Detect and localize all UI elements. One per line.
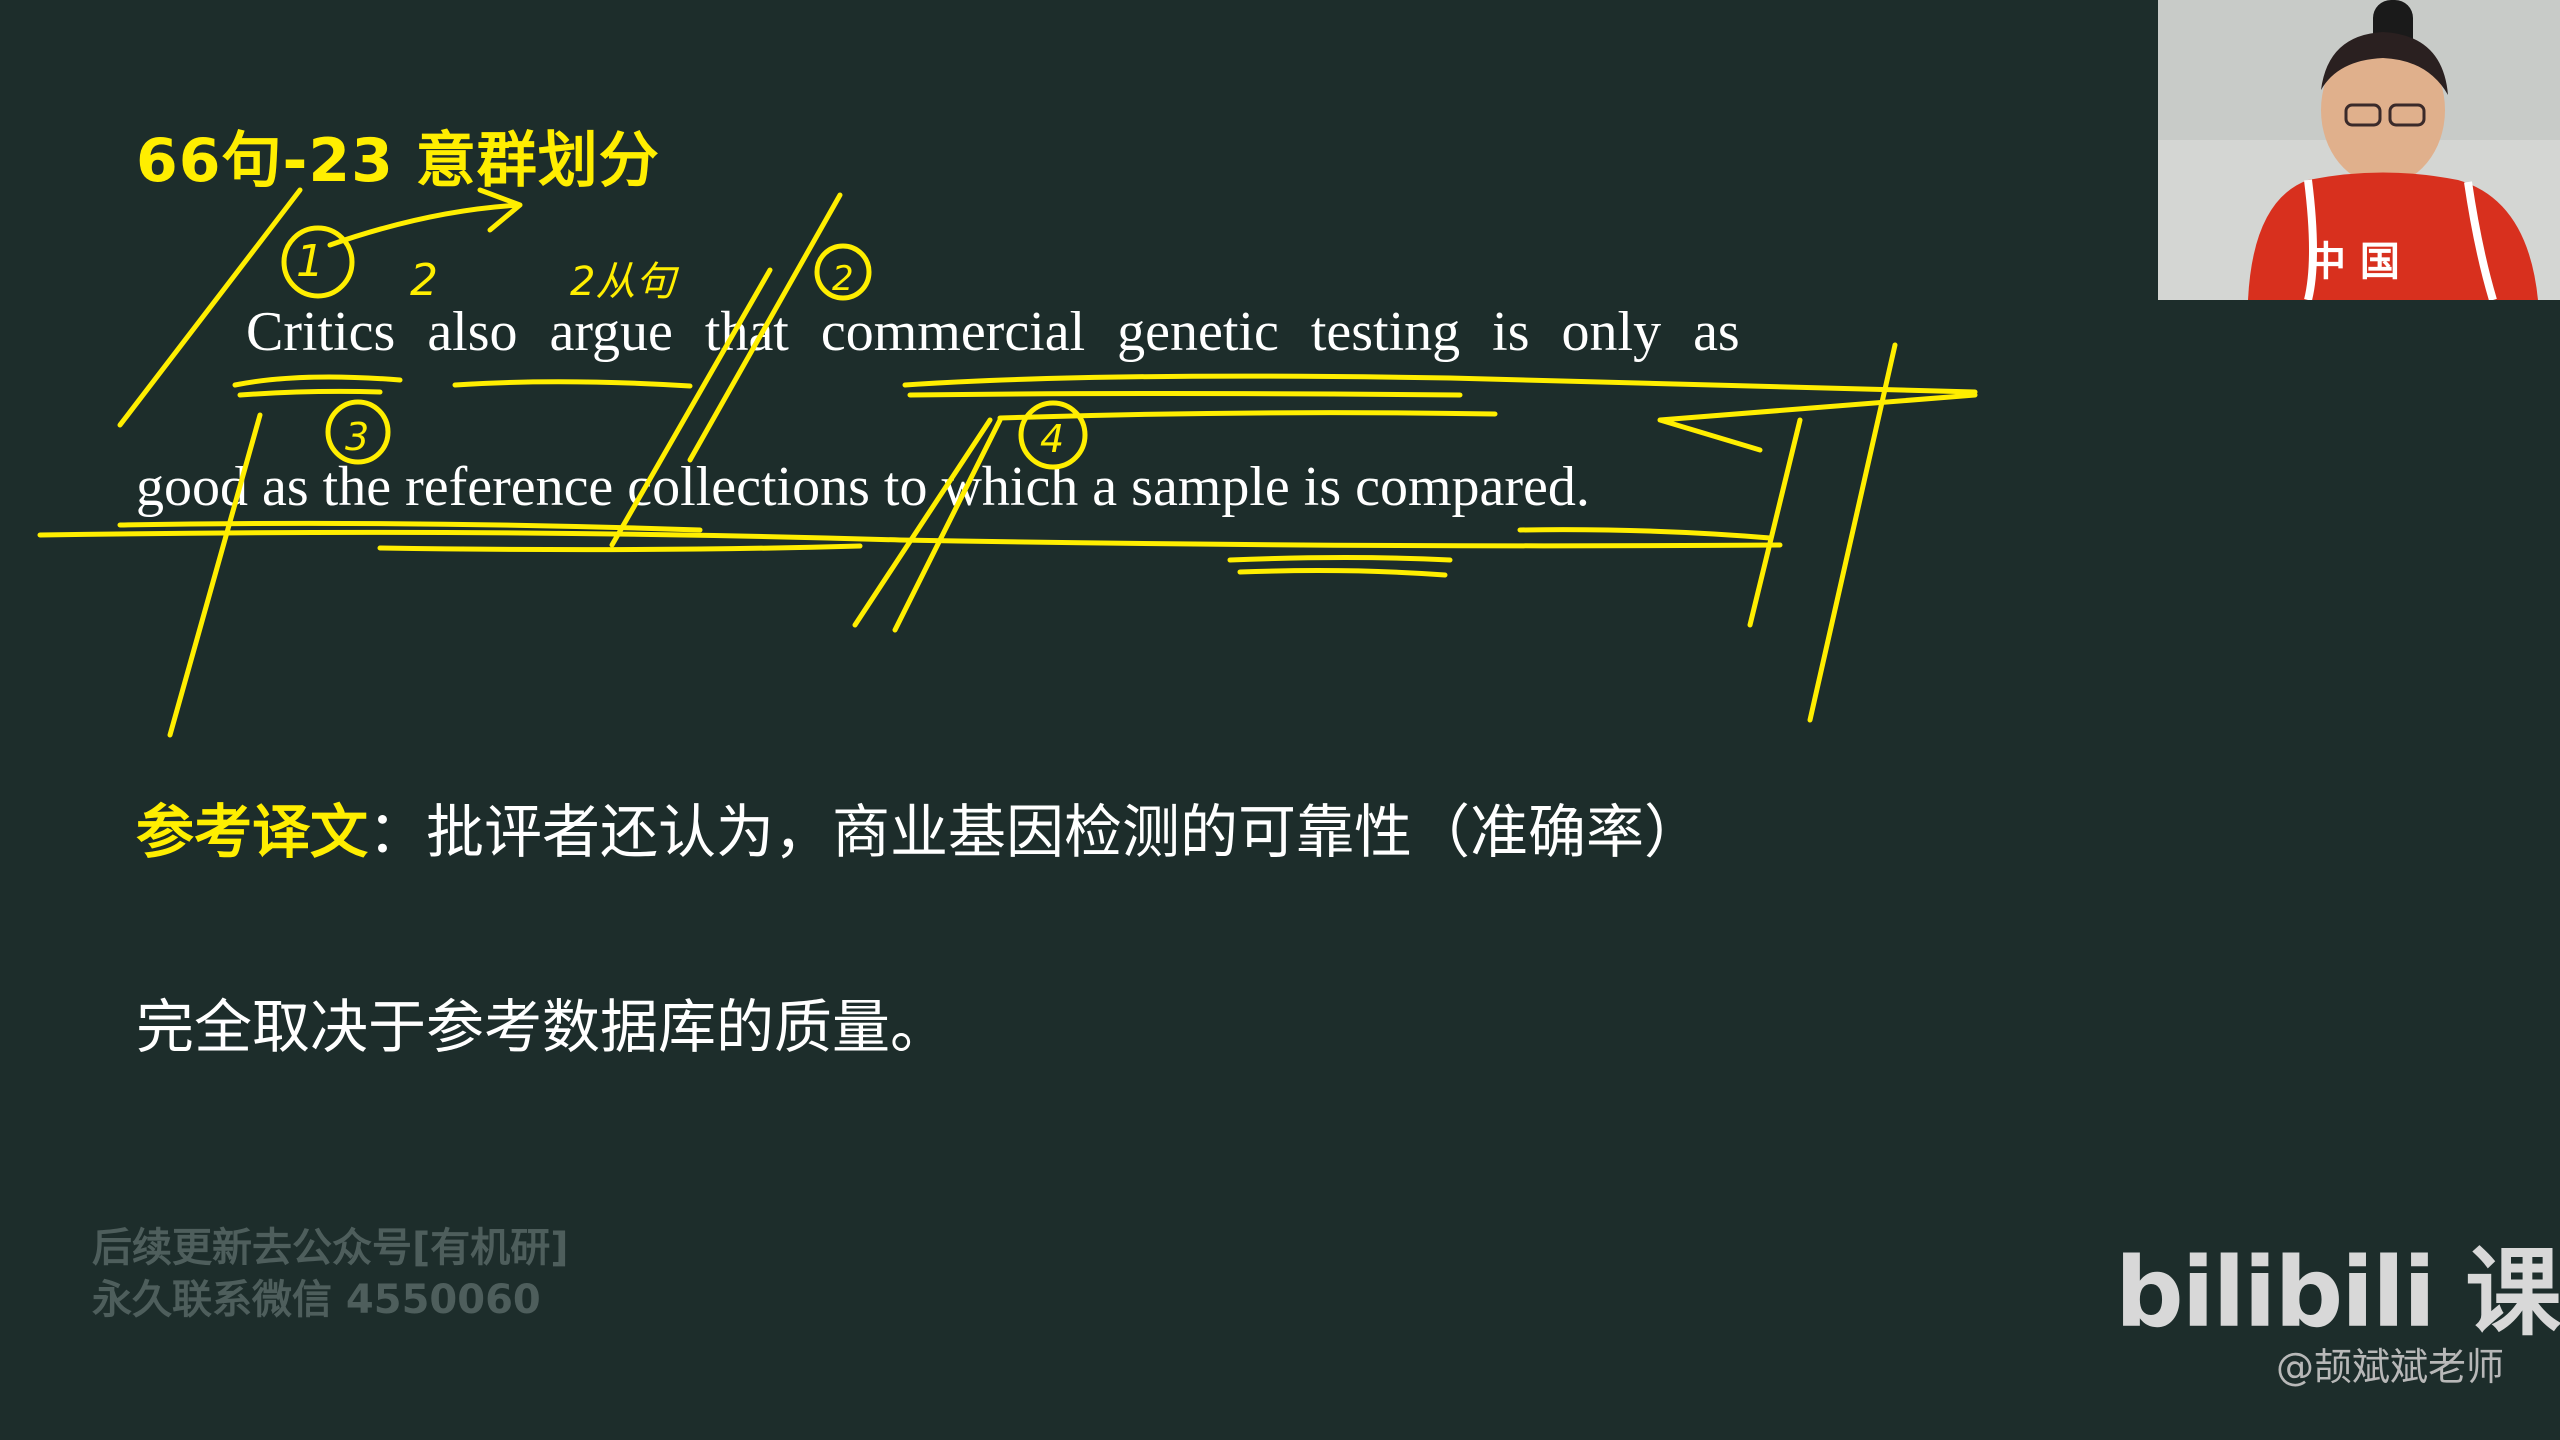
annotation-slash <box>892 417 1003 633</box>
translation-text-1: 批评者还认为，商业基因检测的可靠性（准确率） <box>426 798 1703 866</box>
translation-separator: ： <box>368 798 427 866</box>
annotation-underline <box>232 374 403 398</box>
translation-line-2: 完全取决于参考数据库的质量。 <box>136 993 949 1061</box>
lecture-slide: 66句-23 意群划分 Critics also argue that comm… <box>0 0 2560 1440</box>
brand-logo-text: bilibili 课堂 <box>2115 1237 2560 1349</box>
author-handle: @颉斌斌老师 <box>2276 1345 2505 1389</box>
annotation-note: 3 <box>345 415 369 459</box>
sentence-line-1: Critics also argue that commercial genet… <box>246 301 1740 363</box>
bilibili-logo: bilibili 课堂 <box>2115 1215 2560 1354</box>
watermark: 后续更新去公众号[有机研] 永久联系微信 4550060 <box>92 1222 569 1326</box>
annotation-slash <box>1747 417 1803 628</box>
slide-title: 66句-23 意群划分 <box>136 126 660 196</box>
annotation-underline <box>997 410 1498 421</box>
annotation-underline <box>377 543 863 553</box>
annotation-underline <box>1517 527 1773 541</box>
annotation-arrow <box>1657 392 1978 453</box>
watermark-line-1: 后续更新去公众号[有机研] <box>92 1225 569 1271</box>
annotation-underline <box>1227 555 1453 578</box>
annotation-underline <box>117 520 703 533</box>
annotation-note: 2 <box>410 255 438 306</box>
annotation-circle <box>814 243 872 301</box>
annotation-slash <box>1807 342 1898 723</box>
webcam-overlay: 中 国 <box>2158 0 2560 300</box>
annotation-underline <box>907 391 1463 398</box>
translation-line-1: 参考译文：批评者还认为，商业基因检测的可靠性（准确率） <box>136 785 1702 869</box>
presenter-video: 中 国 <box>2158 0 2560 300</box>
annotation-underline <box>37 529 1783 549</box>
annotation-underline <box>902 373 1978 395</box>
annotation-underline <box>452 379 693 389</box>
annotation-note: 1 <box>296 236 324 287</box>
annotation-note: 2 <box>832 259 854 299</box>
annotation-circle <box>325 399 391 465</box>
annotation-slash <box>852 417 993 628</box>
annotation-note: 2从句 <box>570 259 679 305</box>
translation-label: 参考译文 <box>136 798 369 866</box>
shirt-text: 中 国 <box>2306 239 2400 285</box>
watermark-line-2: 永久联系微信 4550060 <box>92 1277 541 1323</box>
sentence-line-2: good as the reference collections to whi… <box>136 456 1590 518</box>
annotation-circle <box>281 225 355 299</box>
